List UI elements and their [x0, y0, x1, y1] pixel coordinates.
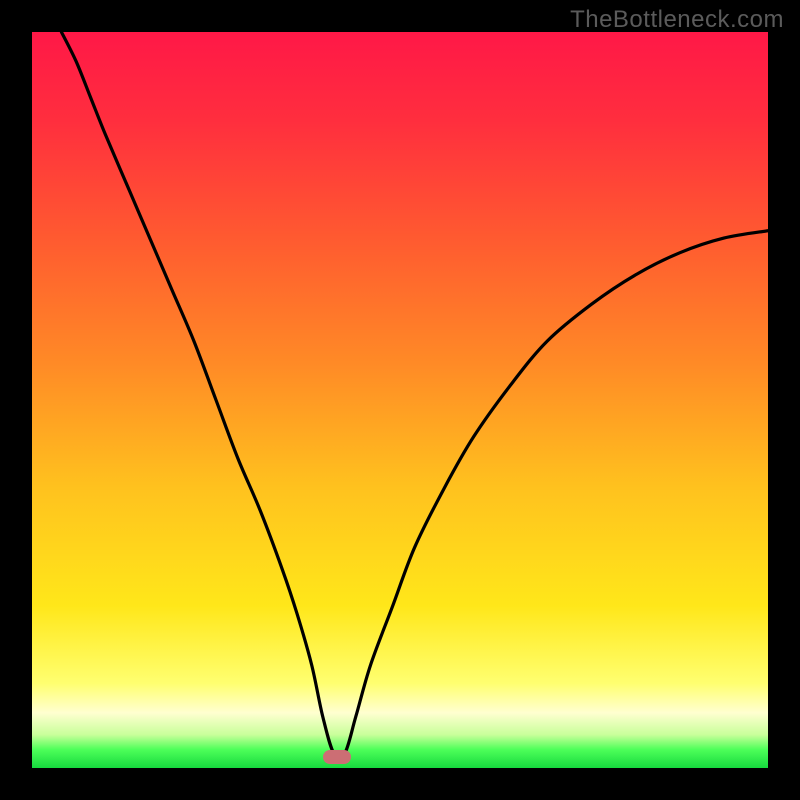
plot-area [32, 32, 768, 768]
gradient-background [32, 32, 768, 768]
watermark-text: TheBottleneck.com [570, 6, 784, 34]
outer-frame: TheBottleneck.com [0, 0, 800, 800]
optimum-marker [323, 750, 351, 764]
